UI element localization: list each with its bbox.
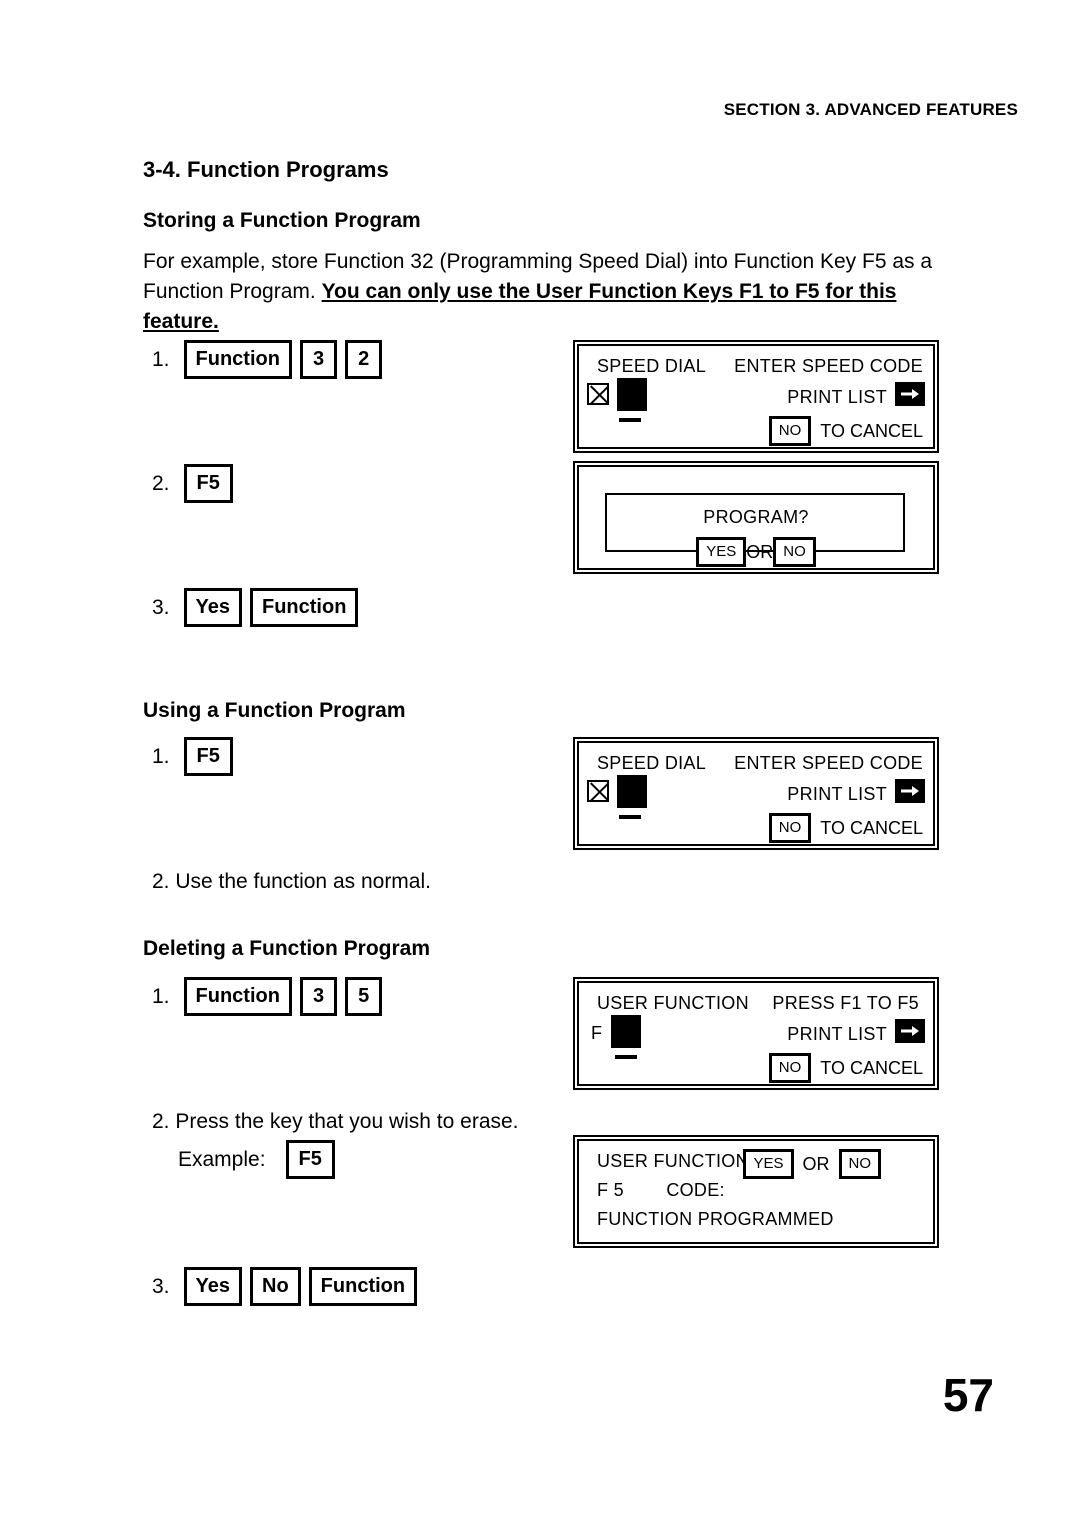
lcd-prompt: ENTER SPEED CODE xyxy=(734,356,923,376)
lcd-display-program-confirm: PROGRAM? YES OR NO xyxy=(573,461,939,574)
deleting-step-2-example: Example: F5 xyxy=(178,1140,335,1179)
cursor-block xyxy=(611,1015,641,1048)
heading-deleting-a-function-program: Deleting a Function Program xyxy=(143,937,431,960)
cursor-underline xyxy=(619,815,641,819)
lcd-title: SPEED DIAL xyxy=(597,356,707,376)
x-in-box-icon xyxy=(587,780,609,802)
intro-paragraph: For example, store Function 32 (Programm… xyxy=(143,247,943,337)
lcd-or-text: OR xyxy=(746,541,774,562)
lcd-title: USER FUNCTION xyxy=(597,993,749,1013)
deleting-step-3: 3. Yes No Function xyxy=(152,1267,418,1306)
page-number: 57 xyxy=(942,1369,994,1421)
storing-step-2: 2. F5 xyxy=(152,464,233,503)
key-function[interactable]: Function xyxy=(183,340,292,379)
lcd-yes-no-row: YES OR NO xyxy=(579,537,933,567)
key-yes[interactable]: Yes xyxy=(183,1267,242,1306)
lcd-display-user-function: USER FUNCTION PRESS F1 TO F5 F PRINT LIS… xyxy=(573,977,939,1090)
lcd-display-function-programmed: USER FUNCTION YES OR NO F 5 CODE: FUNCTI… xyxy=(573,1135,939,1248)
cursor-block xyxy=(617,775,647,808)
lcd-key-code-line: F 5 CODE: xyxy=(597,1180,725,1200)
lcd-field-prefix: F xyxy=(591,1023,603,1043)
key-digit-3[interactable]: 3 xyxy=(299,340,338,379)
step-number: 1. xyxy=(152,984,170,1008)
example-label: Example: xyxy=(178,1147,266,1171)
key-digit-5[interactable]: 5 xyxy=(345,977,383,1016)
key-f5[interactable]: F5 xyxy=(183,737,233,776)
lcd-yes-no-row: YES OR NO xyxy=(743,1149,881,1179)
lcd-print-list-label: PRINT LIST xyxy=(787,1024,887,1044)
lcd-display-speed-dial-2: SPEED DIAL ENTER SPEED CODE PRINT LIST N… xyxy=(573,737,939,850)
step-number: 3. xyxy=(152,595,170,619)
deleting-step-2-line-1: 2. Press the key that you wish to erase. xyxy=(152,1110,519,1133)
key-f5[interactable]: F5 xyxy=(183,464,233,503)
softkey-no[interactable]: NO xyxy=(768,416,812,446)
lcd-title: SPEED DIAL xyxy=(597,753,707,773)
lcd-status-text: FUNCTION PROGRAMMED xyxy=(597,1209,834,1229)
softkey-no[interactable]: NO xyxy=(838,1149,881,1179)
right-arrow-icon[interactable] xyxy=(895,1019,925,1043)
softkey-no[interactable]: NO xyxy=(768,1053,812,1083)
lcd-print-list-label: PRINT LIST xyxy=(787,387,887,407)
heading-using-a-function-program: Using a Function Program xyxy=(143,699,406,722)
using-step-2: 2. Use the function as normal. xyxy=(152,870,431,893)
key-digit-2[interactable]: 2 xyxy=(345,340,383,379)
using-step-1: 1. F5 xyxy=(152,737,233,776)
step-number: 1. xyxy=(152,744,170,768)
heading-storing-a-function-program: Storing a Function Program xyxy=(143,209,421,232)
cursor-underline xyxy=(619,418,641,422)
deleting-step-1: 1. Function 3 5 xyxy=(152,977,383,1016)
page-title: 3-4. Function Programs xyxy=(143,157,389,182)
key-digit-3[interactable]: 3 xyxy=(299,977,338,1016)
step-number: 2. xyxy=(152,471,170,495)
lcd-print-list-label: PRINT LIST xyxy=(787,784,887,804)
lcd-or-text: OR xyxy=(802,1153,830,1174)
cursor-block xyxy=(617,378,647,411)
lcd-cancel-text: TO CANCEL xyxy=(820,420,923,441)
lcd-cancel-text: TO CANCEL xyxy=(820,817,923,838)
lcd-prompt: ENTER SPEED CODE xyxy=(734,753,923,773)
lcd-display-speed-dial-1: SPEED DIAL ENTER SPEED CODE PRINT LIST N… xyxy=(573,340,939,453)
right-arrow-icon[interactable] xyxy=(895,779,925,803)
key-function[interactable]: Function xyxy=(308,1267,418,1306)
softkey-yes[interactable]: YES xyxy=(696,537,747,567)
lcd-cancel-row: NO TO CANCEL xyxy=(768,813,923,843)
storing-step-3: 3. Yes Function xyxy=(152,588,359,627)
step-number: 1. xyxy=(152,347,170,371)
key-function[interactable]: Function xyxy=(183,977,292,1016)
document-page: SECTION 3. ADVANCED FEATURES 3-4. Functi… xyxy=(0,0,1080,1528)
cursor-underline xyxy=(615,1055,637,1059)
step-number: 3. xyxy=(152,1274,170,1298)
running-header: SECTION 3. ADVANCED FEATURES xyxy=(723,100,1018,119)
softkey-yes[interactable]: YES xyxy=(743,1149,794,1179)
softkey-no[interactable]: NO xyxy=(768,813,812,843)
storing-step-1: 1. Function 3 2 xyxy=(152,340,383,379)
lcd-prompt: PRESS F1 TO F5 xyxy=(772,993,919,1013)
right-arrow-icon[interactable] xyxy=(895,382,925,406)
lcd-title: USER FUNCTION xyxy=(597,1151,749,1171)
key-yes[interactable]: Yes xyxy=(183,588,242,627)
key-f5[interactable]: F5 xyxy=(285,1140,335,1179)
lcd-cancel-text: TO CANCEL xyxy=(820,1057,923,1078)
lcd-question: PROGRAM? xyxy=(703,507,809,527)
softkey-no[interactable]: NO xyxy=(773,537,816,567)
x-in-box-icon xyxy=(587,383,609,405)
lcd-cancel-row: NO TO CANCEL xyxy=(768,1053,923,1083)
lcd-cancel-row: NO TO CANCEL xyxy=(768,416,923,446)
key-no[interactable]: No xyxy=(250,1267,301,1306)
key-function[interactable]: Function xyxy=(250,588,359,627)
